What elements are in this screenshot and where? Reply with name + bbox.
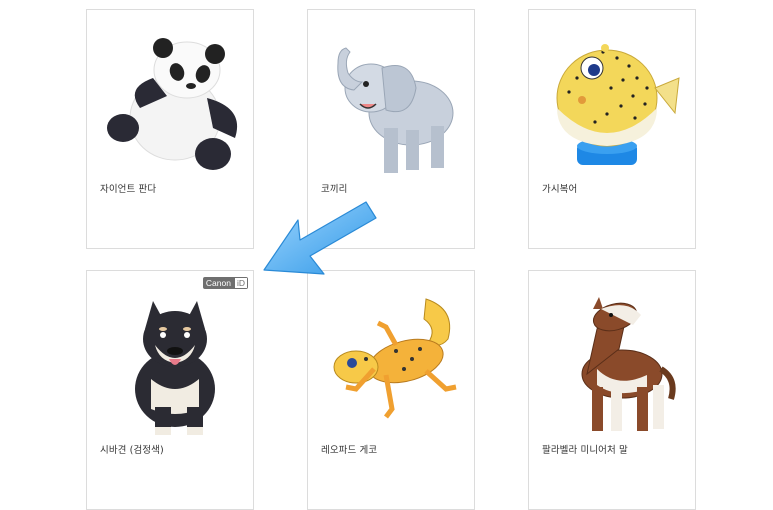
product-card-shiba[interactable]: Canon iD 시바견 (검정색) (86, 270, 254, 510)
product-name: 레오파드 게코 (321, 445, 378, 456)
gecko-icon (316, 279, 466, 439)
porcupinefish-icon (537, 18, 687, 178)
pointer-arrow-icon (258, 200, 384, 290)
product-name: 시바견 (검정색) (100, 445, 164, 456)
product-name: 가시복어 (542, 184, 578, 195)
product-name: 팔라벨라 미니어처 말 (542, 445, 628, 456)
horse-icon (537, 279, 687, 439)
elephant-icon (316, 18, 466, 178)
product-card-porcupinefish[interactable]: 가시복어 (528, 9, 696, 249)
product-card-horse[interactable]: 팔라벨라 미니어처 말 (528, 270, 696, 510)
product-name: 코끼리 (321, 184, 348, 195)
panda-icon (95, 18, 245, 178)
product-card-panda[interactable]: 자이언트 판다 (86, 9, 254, 249)
shiba-dog-icon (95, 279, 245, 439)
product-name: 자이언트 판다 (100, 184, 157, 195)
product-card-gecko[interactable]: 레오파드 게코 (307, 270, 475, 510)
